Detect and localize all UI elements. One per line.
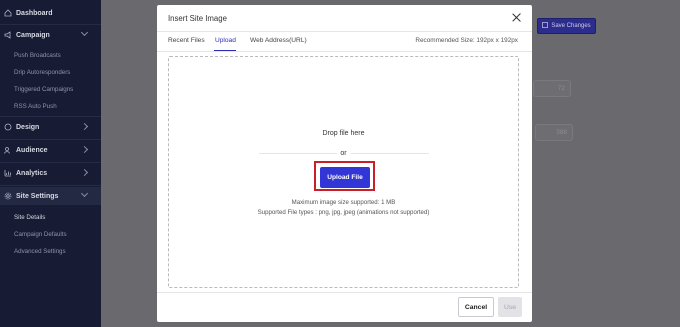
or-text: or	[340, 150, 347, 157]
use-button[interactable]: Use	[498, 297, 522, 317]
sidebar-item-dashboard[interactable]: Dashboard	[0, 4, 101, 22]
close-icon[interactable]	[511, 12, 523, 24]
chevron-down-icon	[80, 189, 89, 198]
sidebar-divider	[0, 116, 101, 117]
modal-footer-divider	[157, 292, 532, 293]
sidebar-item-label: Audience	[16, 146, 48, 154]
chevron-down-icon	[80, 28, 89, 37]
megaphone-icon	[4, 31, 12, 39]
sidebar-subitem-campaign-defaults[interactable]: Campaign Defaults	[14, 231, 67, 238]
sidebar-item-campaign[interactable]: Campaign	[0, 26, 101, 44]
sidebar-divider	[0, 139, 101, 140]
tab-upload[interactable]: Upload	[215, 37, 236, 44]
recommended-size: Recommended Size: 192px x 192px	[415, 37, 518, 44]
sidebar-divider	[0, 185, 101, 186]
tab-web-address[interactable]: Web Address(URL)	[250, 37, 307, 44]
sidebar-subitem-triggered-campaigns[interactable]: Triggered Campaigns	[14, 86, 73, 93]
chevron-right-icon	[80, 168, 89, 177]
background-field[interactable]: 388	[535, 124, 573, 141]
sidebar-item-label: Analytics	[16, 169, 48, 177]
chevron-right-icon	[80, 122, 89, 131]
palette-icon	[4, 123, 12, 131]
sidebar-item-audience[interactable]: Audience	[0, 141, 101, 159]
gear-icon	[4, 192, 12, 200]
chevron-right-icon	[80, 145, 89, 154]
upload-file-button[interactable]: Upload File	[320, 167, 370, 188]
save-changes-button[interactable]: Save Changes	[537, 18, 596, 34]
sidebar-item-design[interactable]: Design	[0, 118, 101, 136]
sidebar-subitem-drip-autoresponders[interactable]: Drip Autoresponders	[14, 69, 70, 76]
drop-file-text: Drop file here	[322, 130, 365, 137]
sidebar-item-label: Design	[16, 123, 40, 131]
sidebar: Dashboard Campaign Push Broadcasts Drip …	[0, 0, 101, 327]
cancel-button[interactable]: Cancel	[458, 297, 494, 317]
sidebar-item-label: Campaign	[16, 31, 50, 39]
file-dropzone[interactable]: Drop file here or Upload File Maximum im…	[168, 56, 519, 288]
max-size-text: Maximum image size supported: 1 MB	[291, 199, 396, 206]
save-icon	[542, 22, 549, 30]
tab-recent-files[interactable]: Recent Files	[168, 37, 205, 44]
background-field[interactable]: 72	[533, 80, 571, 97]
save-changes-label: Save Changes	[551, 23, 591, 29]
file-types-text: Supported File types : png, jpg, jpeg (a…	[257, 209, 430, 216]
sidebar-subitem-rss-auto-push[interactable]: RSS Auto Push	[14, 103, 57, 110]
modal-header-divider	[157, 31, 532, 32]
sidebar-item-label: Dashboard	[16, 9, 53, 17]
sidebar-subitem-push-broadcasts[interactable]: Push Broadcasts	[14, 52, 61, 59]
users-icon	[4, 146, 12, 154]
sidebar-divider	[0, 162, 101, 163]
modal-title: Insert Site Image	[168, 14, 227, 23]
insert-image-modal: Insert Site Image Recent Files Upload We…	[157, 5, 532, 322]
sidebar-item-analytics[interactable]: Analytics	[0, 164, 101, 182]
sidebar-subitem-advanced-settings[interactable]: Advanced Settings	[14, 248, 66, 255]
tabs-divider	[157, 51, 532, 52]
chart-icon	[4, 169, 12, 177]
sidebar-item-label: Site Settings	[16, 192, 59, 200]
sidebar-divider	[0, 24, 101, 25]
sidebar-subitem-site-details[interactable]: Site Details	[14, 214, 45, 221]
home-icon	[4, 9, 12, 17]
sidebar-item-site-settings[interactable]: Site Settings	[0, 187, 101, 205]
